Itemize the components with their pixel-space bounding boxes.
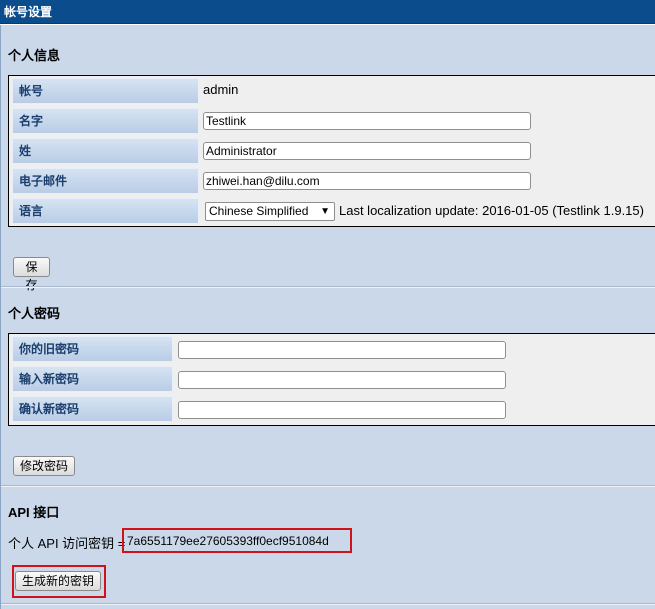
divider xyxy=(1,286,655,288)
api-key-label: 个人 API 访问密钥 = xyxy=(8,536,126,551)
new-password-row: 输入新密码 xyxy=(12,366,652,392)
language-row: 语言 Chinese Simplified ▼ Last localizatio… xyxy=(12,198,655,224)
first-name-row: 名字 xyxy=(12,108,652,134)
last-name-label: 姓 xyxy=(12,138,199,164)
api-heading: API 接口 xyxy=(8,505,60,520)
window-title: 帐号设置 xyxy=(0,0,655,24)
new-password-label: 输入新密码 xyxy=(12,366,173,392)
confirm-password-input[interactable] xyxy=(178,401,506,419)
change-password-button[interactable]: 修改密码 xyxy=(13,456,75,476)
password-heading: 个人密码 xyxy=(8,306,61,321)
chevron-down-icon: ▼ xyxy=(320,206,330,217)
divider xyxy=(1,603,655,605)
language-label: 语言 xyxy=(12,198,199,224)
confirm-password-label: 确认新密码 xyxy=(12,396,173,422)
old-password-row: 你的旧密码 xyxy=(12,336,652,362)
old-password-label: 你的旧密码 xyxy=(12,336,173,362)
localization-note: Last localization update: 2016-01-05 (Te… xyxy=(339,203,644,218)
personal-info-table: 帐号 admin 名字 姓 电子邮件 语言 Chinese Simplified… xyxy=(8,75,655,227)
generate-new-key-button[interactable]: 生成新的密钥 xyxy=(15,571,101,591)
old-password-input[interactable] xyxy=(178,341,506,359)
confirm-password-row: 确认新密码 xyxy=(12,396,652,422)
personal-info-heading: 个人信息 xyxy=(8,48,61,63)
account-settings-panel: 个人信息 帐号 admin 名字 姓 电子邮件 语言 Chinese Simpl… xyxy=(0,25,655,609)
first-name-input[interactable] xyxy=(203,112,531,130)
email-row: 电子邮件 xyxy=(12,168,652,194)
api-key-value: 7a6551179ee27605393ff0ecf951084d xyxy=(127,534,329,548)
email-field[interactable] xyxy=(203,172,531,190)
password-table: 你的旧密码 输入新密码 确认新密码 xyxy=(8,333,655,426)
email-label: 电子邮件 xyxy=(12,168,199,194)
first-name-label: 名字 xyxy=(12,108,199,134)
last-name-row: 姓 xyxy=(12,138,652,164)
save-button[interactable]: 保存 xyxy=(13,257,50,292)
last-name-input[interactable] xyxy=(203,142,531,160)
divider xyxy=(1,485,655,487)
account-label: 帐号 xyxy=(12,78,199,104)
new-password-input[interactable] xyxy=(178,371,506,389)
language-selected-value: Chinese Simplified xyxy=(209,204,309,218)
account-value: admin xyxy=(203,82,239,97)
language-select[interactable]: Chinese Simplified ▼ xyxy=(205,202,335,221)
account-row: 帐号 admin xyxy=(12,78,652,104)
